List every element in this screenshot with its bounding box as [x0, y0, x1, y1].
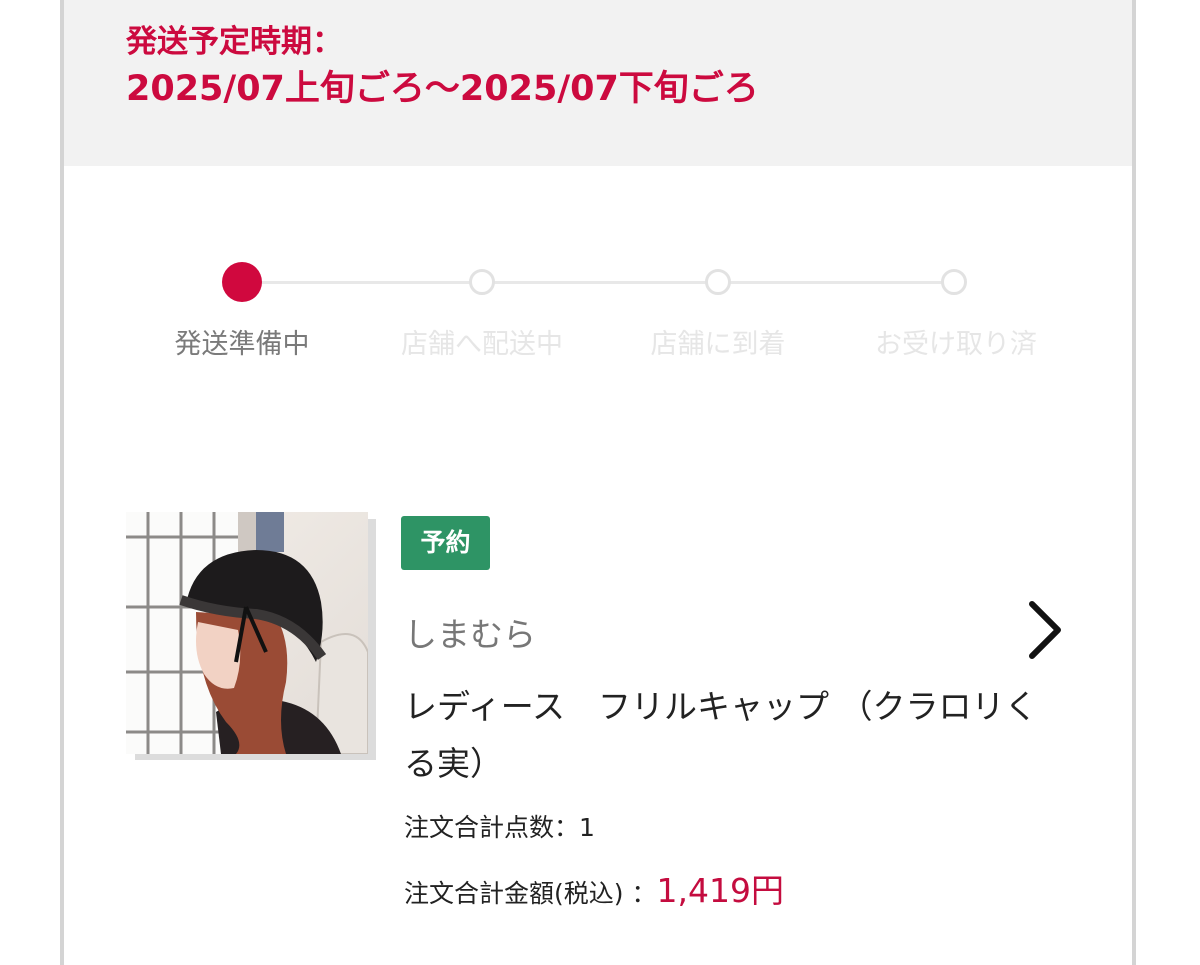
step-label-preparing: 発送準備中	[174, 329, 310, 360]
shipping-label: 発送予定時期：	[126, 24, 343, 60]
shipping-banner: 発送予定時期： 2025/07上旬ごろ〜2025/07下旬ごろ	[64, 0, 1132, 166]
shipping-period: 2025/07上旬ごろ〜2025/07下旬ごろ	[126, 69, 759, 109]
total-label: 注文合計金額(税込) ：	[404, 879, 657, 908]
chevron-right-icon[interactable]	[1022, 598, 1072, 662]
step-label-arrived: 店舗に到着	[650, 329, 786, 360]
product-thumbnail[interactable]	[126, 512, 368, 754]
quantity-row: 注文合計点数：1	[404, 808, 595, 844]
product-name[interactable]: レディース フリルキャップ （クラロリくる実）	[404, 678, 1044, 792]
step-label-delivering: 店舗へ配送中	[401, 329, 563, 360]
quantity-value: 1	[579, 813, 595, 842]
brand-name: しまむら	[404, 615, 536, 654]
order-card: 発送予定時期： 2025/07上旬ごろ〜2025/07下旬ごろ 発送準備中 店舗…	[60, 0, 1136, 965]
reservation-badge: 予約	[401, 516, 490, 570]
step-dot-received	[941, 269, 967, 295]
progress-line	[242, 281, 955, 284]
total-row: 注文合計金額(税込) ：1,419円	[404, 864, 784, 912]
step-dot-delivering	[469, 269, 495, 295]
step-label-received: お受け取り済	[875, 329, 1037, 360]
quantity-label: 注文合計点数：	[404, 813, 580, 842]
product-photo-icon	[126, 512, 368, 754]
step-dot-arrived	[705, 269, 731, 295]
total-price: 1,419円	[656, 871, 784, 910]
step-dot-preparing	[222, 262, 262, 302]
